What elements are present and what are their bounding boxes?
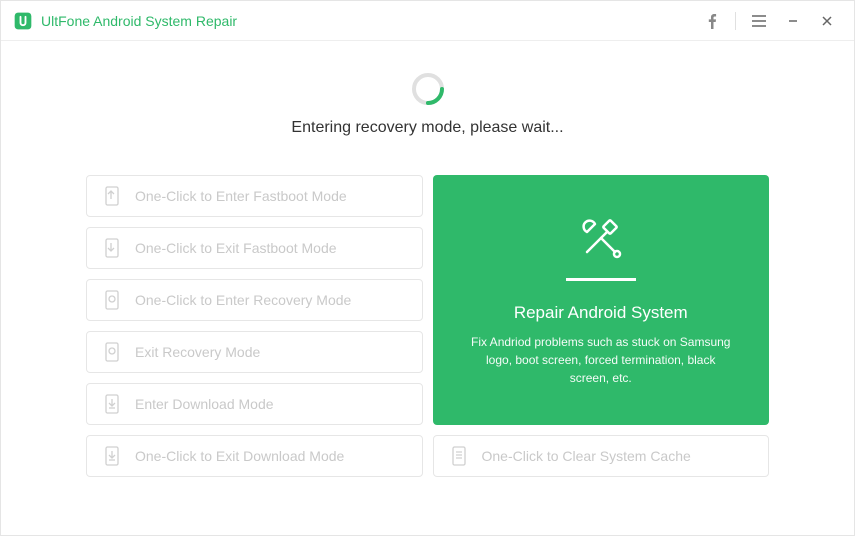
repair-title: Repair Android System: [514, 303, 688, 323]
option-enter-download[interactable]: Enter Download Mode: [86, 383, 423, 425]
phone-icon: [450, 447, 468, 465]
repair-description: Fix Andriod problems such as stuck on Sa…: [467, 333, 736, 387]
tools-icon: [577, 214, 625, 262]
app-window: UltFone Android System Repair Ent: [0, 0, 855, 536]
titlebar-right: [697, 6, 842, 36]
option-label: Exit Recovery Mode: [135, 344, 260, 360]
status-text: Entering recovery mode, please wait...: [291, 119, 563, 137]
close-button[interactable]: [812, 6, 842, 36]
phone-icon: [103, 343, 121, 361]
phone-icon: [103, 291, 121, 309]
separator: [735, 12, 736, 30]
phone-download-icon: [103, 447, 121, 465]
menu-button[interactable]: [744, 6, 774, 36]
option-label: One-Click to Enter Recovery Mode: [135, 292, 351, 308]
option-label: One-Click to Enter Fastboot Mode: [135, 188, 347, 204]
minimize-button[interactable]: [778, 6, 808, 36]
option-label: One-Click to Exit Fastboot Mode: [135, 240, 337, 256]
loading-spinner-icon: [410, 71, 446, 107]
repair-android-system-card[interactable]: Repair Android System Fix Andriod proble…: [433, 175, 770, 425]
phone-icon: [103, 187, 121, 205]
main-content: Entering recovery mode, please wait... O…: [1, 41, 854, 535]
option-exit-recovery[interactable]: Exit Recovery Mode: [86, 331, 423, 373]
option-label: Enter Download Mode: [135, 396, 274, 412]
titlebar-left: UltFone Android System Repair: [13, 11, 237, 31]
app-title: UltFone Android System Repair: [41, 13, 237, 29]
option-exit-download[interactable]: One-Click to Exit Download Mode: [86, 435, 423, 477]
option-label: One-Click to Exit Download Mode: [135, 448, 344, 464]
phone-icon: [103, 239, 121, 257]
option-enter-recovery[interactable]: One-Click to Enter Recovery Mode: [86, 279, 423, 321]
option-exit-fastboot[interactable]: One-Click to Exit Fastboot Mode: [86, 227, 423, 269]
options-grid: One-Click to Enter Fastboot Mode One-Cli…: [86, 175, 769, 477]
divider: [566, 278, 636, 281]
facebook-button[interactable]: [697, 6, 727, 36]
option-label: One-Click to Clear System Cache: [482, 448, 691, 464]
option-clear-cache[interactable]: One-Click to Clear System Cache: [433, 435, 770, 477]
option-enter-fastboot[interactable]: One-Click to Enter Fastboot Mode: [86, 175, 423, 217]
phone-download-icon: [103, 395, 121, 413]
titlebar: UltFone Android System Repair: [1, 1, 854, 41]
app-logo-icon: [13, 11, 33, 31]
